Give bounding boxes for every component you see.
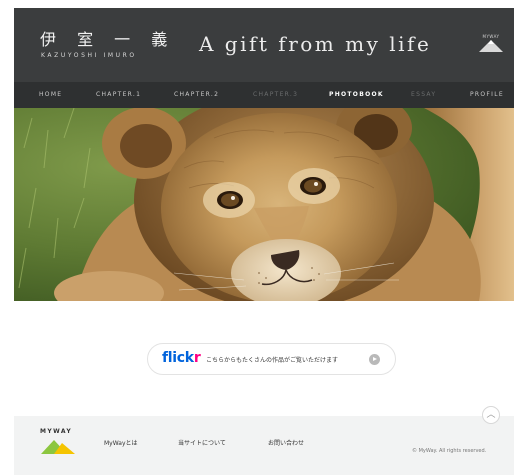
flickr-logo: flickr [162, 350, 201, 366]
footer-link-about-myway[interactable]: MyWayとは [104, 438, 138, 447]
footer-link-about-site[interactable]: 当サイトについて [178, 438, 226, 447]
nav-item-photobook[interactable]: PHOTOBOOK [329, 91, 384, 98]
site-title: A gift from my life [199, 32, 432, 56]
flickr-logo-part1: flick [162, 350, 194, 366]
flickr-link-button[interactable]: flickr こちらからもたくさんの作品がご覧いただけます [147, 343, 396, 375]
flickr-logo-part2: r [193, 350, 201, 366]
nav-item-chapter-1[interactable]: CHAPTER.1 [96, 91, 141, 98]
nav-item-chapter-3: CHAPTER.3 [253, 91, 299, 98]
author-name-jp[interactable]: 伊 室 一 義 [40, 26, 175, 50]
copyright-text: © MyWay. All rights reserved. [412, 448, 487, 454]
nav-item-chapter-2[interactable]: CHAPTER.2 [174, 91, 219, 98]
site-footer: MYWAY MyWayとは 当サイトについて お問い合わせ © MyWay. A… [14, 416, 514, 475]
myway-footer-brand: MYWAY [40, 428, 73, 435]
page: 伊 室 一 義 KAZUYOSHI IMURO A gift from my l… [14, 8, 514, 475]
nav-item-home[interactable]: HOME [39, 91, 62, 98]
scroll-to-top-button[interactable]: ︿ [482, 406, 500, 424]
arrow-right-circle-icon [369, 354, 380, 365]
myway-header-brand: MYWAY [482, 34, 500, 39]
nav-item-profile[interactable]: PROFILE [470, 91, 504, 98]
hero-photo [14, 108, 514, 301]
chevron-up-icon: ︿ [486, 410, 496, 420]
nav-item-essay: ESSAY [411, 91, 437, 98]
main-nav: HOME CHAPTER.1 CHAPTER.2 CHAPTER.3 PHOTO… [14, 82, 514, 108]
footer-link-contact[interactable]: お問い合わせ [268, 438, 304, 447]
author-name-en[interactable]: KAZUYOSHI IMURO [41, 52, 137, 59]
myway-header-logo[interactable]: MYWAY [479, 34, 503, 54]
flickr-link-text: こちらからもたくさんの作品がご覧いただけます [206, 357, 339, 364]
lion-cub-photo [14, 108, 514, 301]
mountain-logo-icon [479, 40, 503, 52]
myway-footer-logo[interactable]: MYWAY [40, 428, 80, 458]
mountain-color-logo-icon [41, 440, 75, 454]
site-header: 伊 室 一 義 KAZUYOSHI IMURO A gift from my l… [14, 8, 514, 82]
